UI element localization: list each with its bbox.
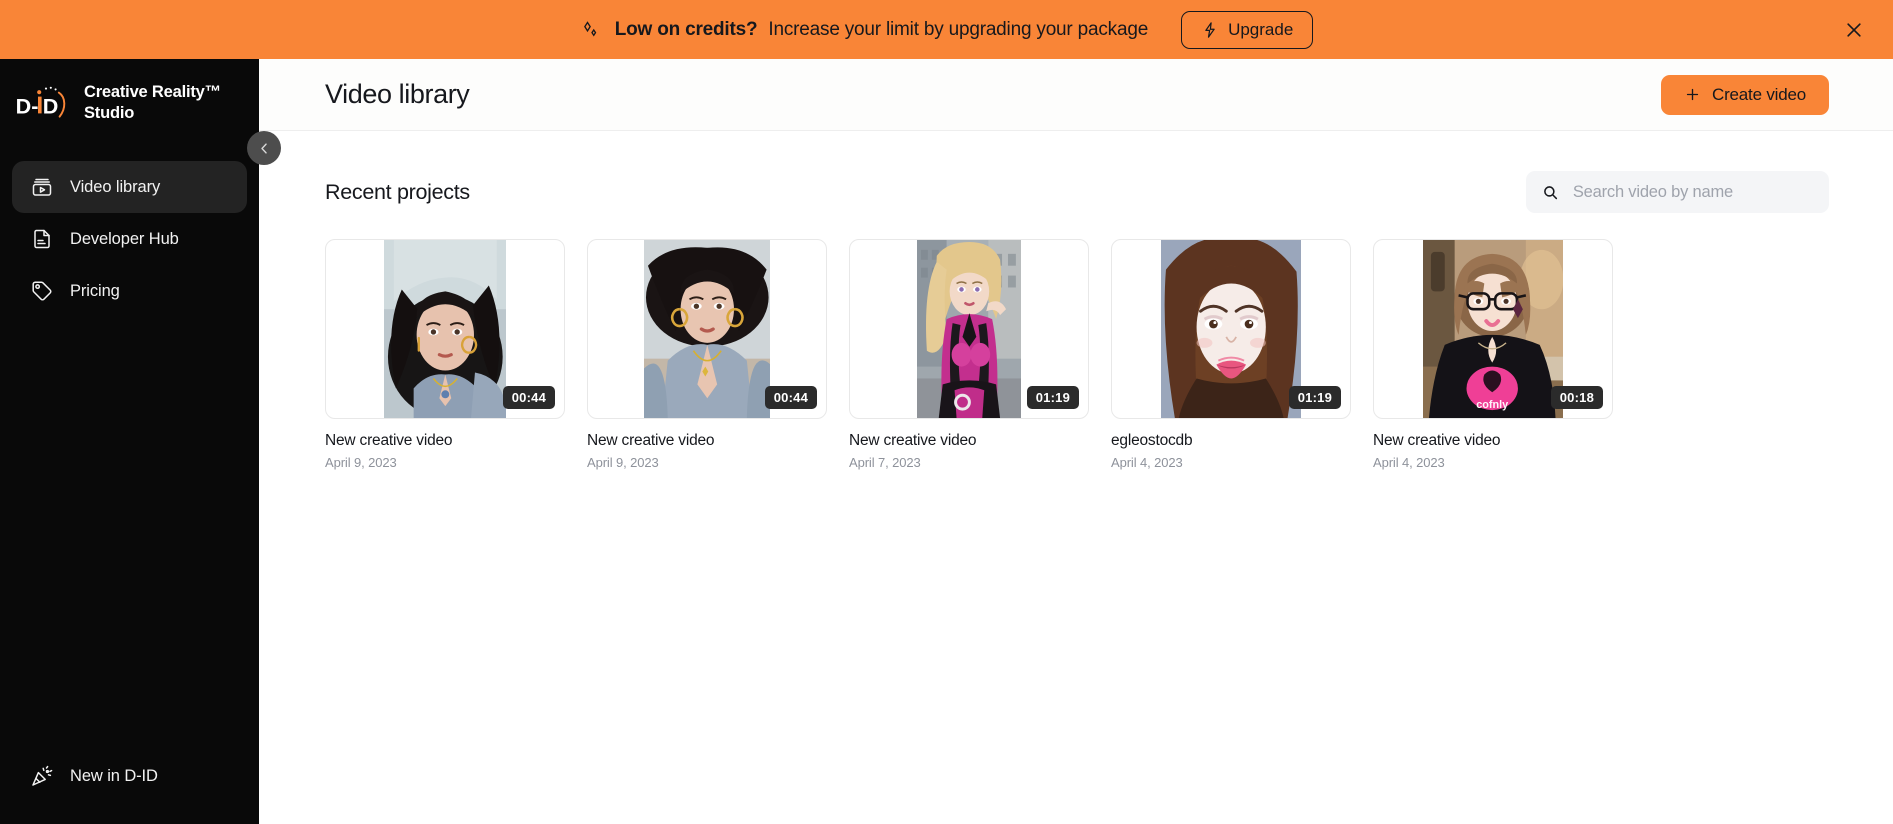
project-card[interactable]: 00:44 New creative video April 9, 2023: [325, 239, 565, 470]
project-thumbnail[interactable]: 01:19: [849, 239, 1089, 419]
create-video-button[interactable]: Create video: [1661, 74, 1829, 115]
promo-banner: Low on credits? Increase your limit by u…: [0, 0, 1893, 59]
project-thumbnail[interactable]: 00:44: [325, 239, 565, 419]
svg-text:D-: D-: [16, 93, 39, 118]
project-thumbnail[interactable]: 00:44: [587, 239, 827, 419]
project-title: New creative video: [849, 432, 977, 449]
project-date: April 4, 2023: [1373, 455, 1445, 470]
video-duration: 00:44: [764, 386, 817, 409]
create-video-button-label: Create video: [1712, 84, 1806, 104]
project-title: egleostocdb: [1111, 432, 1193, 449]
upgrade-button-label: Upgrade: [1228, 19, 1294, 39]
project-card[interactable]: 01:19 New creative video April 7, 2023: [849, 239, 1089, 470]
video-library-icon: [32, 178, 52, 196]
project-card[interactable]: cofnly 00:18 New creative video April 4,…: [1373, 239, 1613, 470]
sidebar-item-label: Pricing: [70, 281, 120, 300]
project-date: April 9, 2023: [587, 455, 659, 470]
d-id-logo: D- D: [16, 86, 66, 118]
project-thumbnail[interactable]: cofnly 00:18: [1373, 239, 1613, 419]
search-icon: [1544, 185, 1558, 199]
price-tag-icon: [32, 281, 52, 301]
promo-message: Increase your limit by upgrading your pa…: [768, 18, 1149, 40]
brand-name: Creative Reality™ Studio: [84, 82, 221, 122]
thumbnail-image: cofnly: [1422, 240, 1564, 418]
sidebar-item-label: Video library: [70, 177, 161, 196]
recent-projects-heading: Recent projects: [325, 179, 470, 204]
video-duration: 01:19: [1288, 386, 1341, 409]
chevron-left-icon: [260, 142, 267, 154]
lightning-bolt-icon: [1205, 21, 1215, 38]
sidebar-item-developer-hub[interactable]: Developer Hub: [12, 213, 247, 265]
project-card[interactable]: 01:19 egleostocdb April 4, 2023: [1111, 239, 1351, 470]
close-icon[interactable]: [1841, 17, 1867, 43]
plus-icon: [1686, 88, 1699, 101]
thumbnail-image: [1160, 240, 1302, 418]
sidebar-item-new-in-d-id[interactable]: New in D-ID: [12, 750, 247, 802]
upgrade-button[interactable]: Upgrade: [1181, 10, 1314, 49]
sidebar-collapse-button[interactable]: [247, 131, 281, 165]
search-box[interactable]: [1526, 171, 1829, 213]
project-date: April 4, 2023: [1111, 455, 1183, 470]
promo-headline: Low on credits?: [614, 18, 758, 40]
project-date: April 9, 2023: [325, 455, 397, 470]
search-input[interactable]: [1572, 182, 1813, 202]
project-card[interactable]: 00:44 New creative video April 9, 2023: [587, 239, 827, 470]
project-date: April 7, 2023: [849, 455, 921, 470]
video-duration: 00:44: [502, 386, 555, 409]
document-icon: [34, 229, 50, 249]
brand[interactable]: D- D Creative Reality™ Studio: [0, 59, 259, 125]
svg-text:cofnly: cofnly: [1476, 399, 1508, 411]
project-title: New creative video: [1373, 432, 1501, 449]
sidebar-nav: Video library Developer Hub Pricing: [0, 161, 259, 317]
sidebar-item-label: New in D-ID: [70, 766, 158, 785]
sidebar-footer: New in D-ID: [0, 750, 259, 824]
page-header: Video library Create video: [259, 59, 1893, 131]
sidebar-item-pricing[interactable]: Pricing: [12, 265, 247, 317]
video-duration: 01:19: [1026, 386, 1079, 409]
project-title: New creative video: [325, 432, 453, 449]
video-duration: 00:18: [1550, 386, 1603, 409]
sidebar-item-video-library[interactable]: Video library: [12, 161, 247, 213]
thumbnail-image: [643, 240, 771, 418]
main-content: Video library Create video Recent projec…: [259, 59, 1893, 824]
project-title: New creative video: [587, 432, 715, 449]
sidebar: D- D Creative Reality™ Studio Video libr…: [0, 59, 281, 824]
thumbnail-image: [383, 240, 507, 418]
sidebar-item-label: Developer Hub: [70, 229, 179, 248]
project-grid: 00:44 New creative video April 9, 2023 0…: [259, 213, 1893, 470]
project-thumbnail[interactable]: 01:19: [1111, 239, 1351, 419]
confetti-icon: [32, 765, 53, 786]
svg-text:D: D: [43, 93, 59, 118]
section-bar: Recent projects: [259, 131, 1893, 213]
thumbnail-image: [916, 240, 1022, 418]
sparkle-icon: [583, 20, 597, 37]
page-title: Video library: [325, 79, 470, 109]
